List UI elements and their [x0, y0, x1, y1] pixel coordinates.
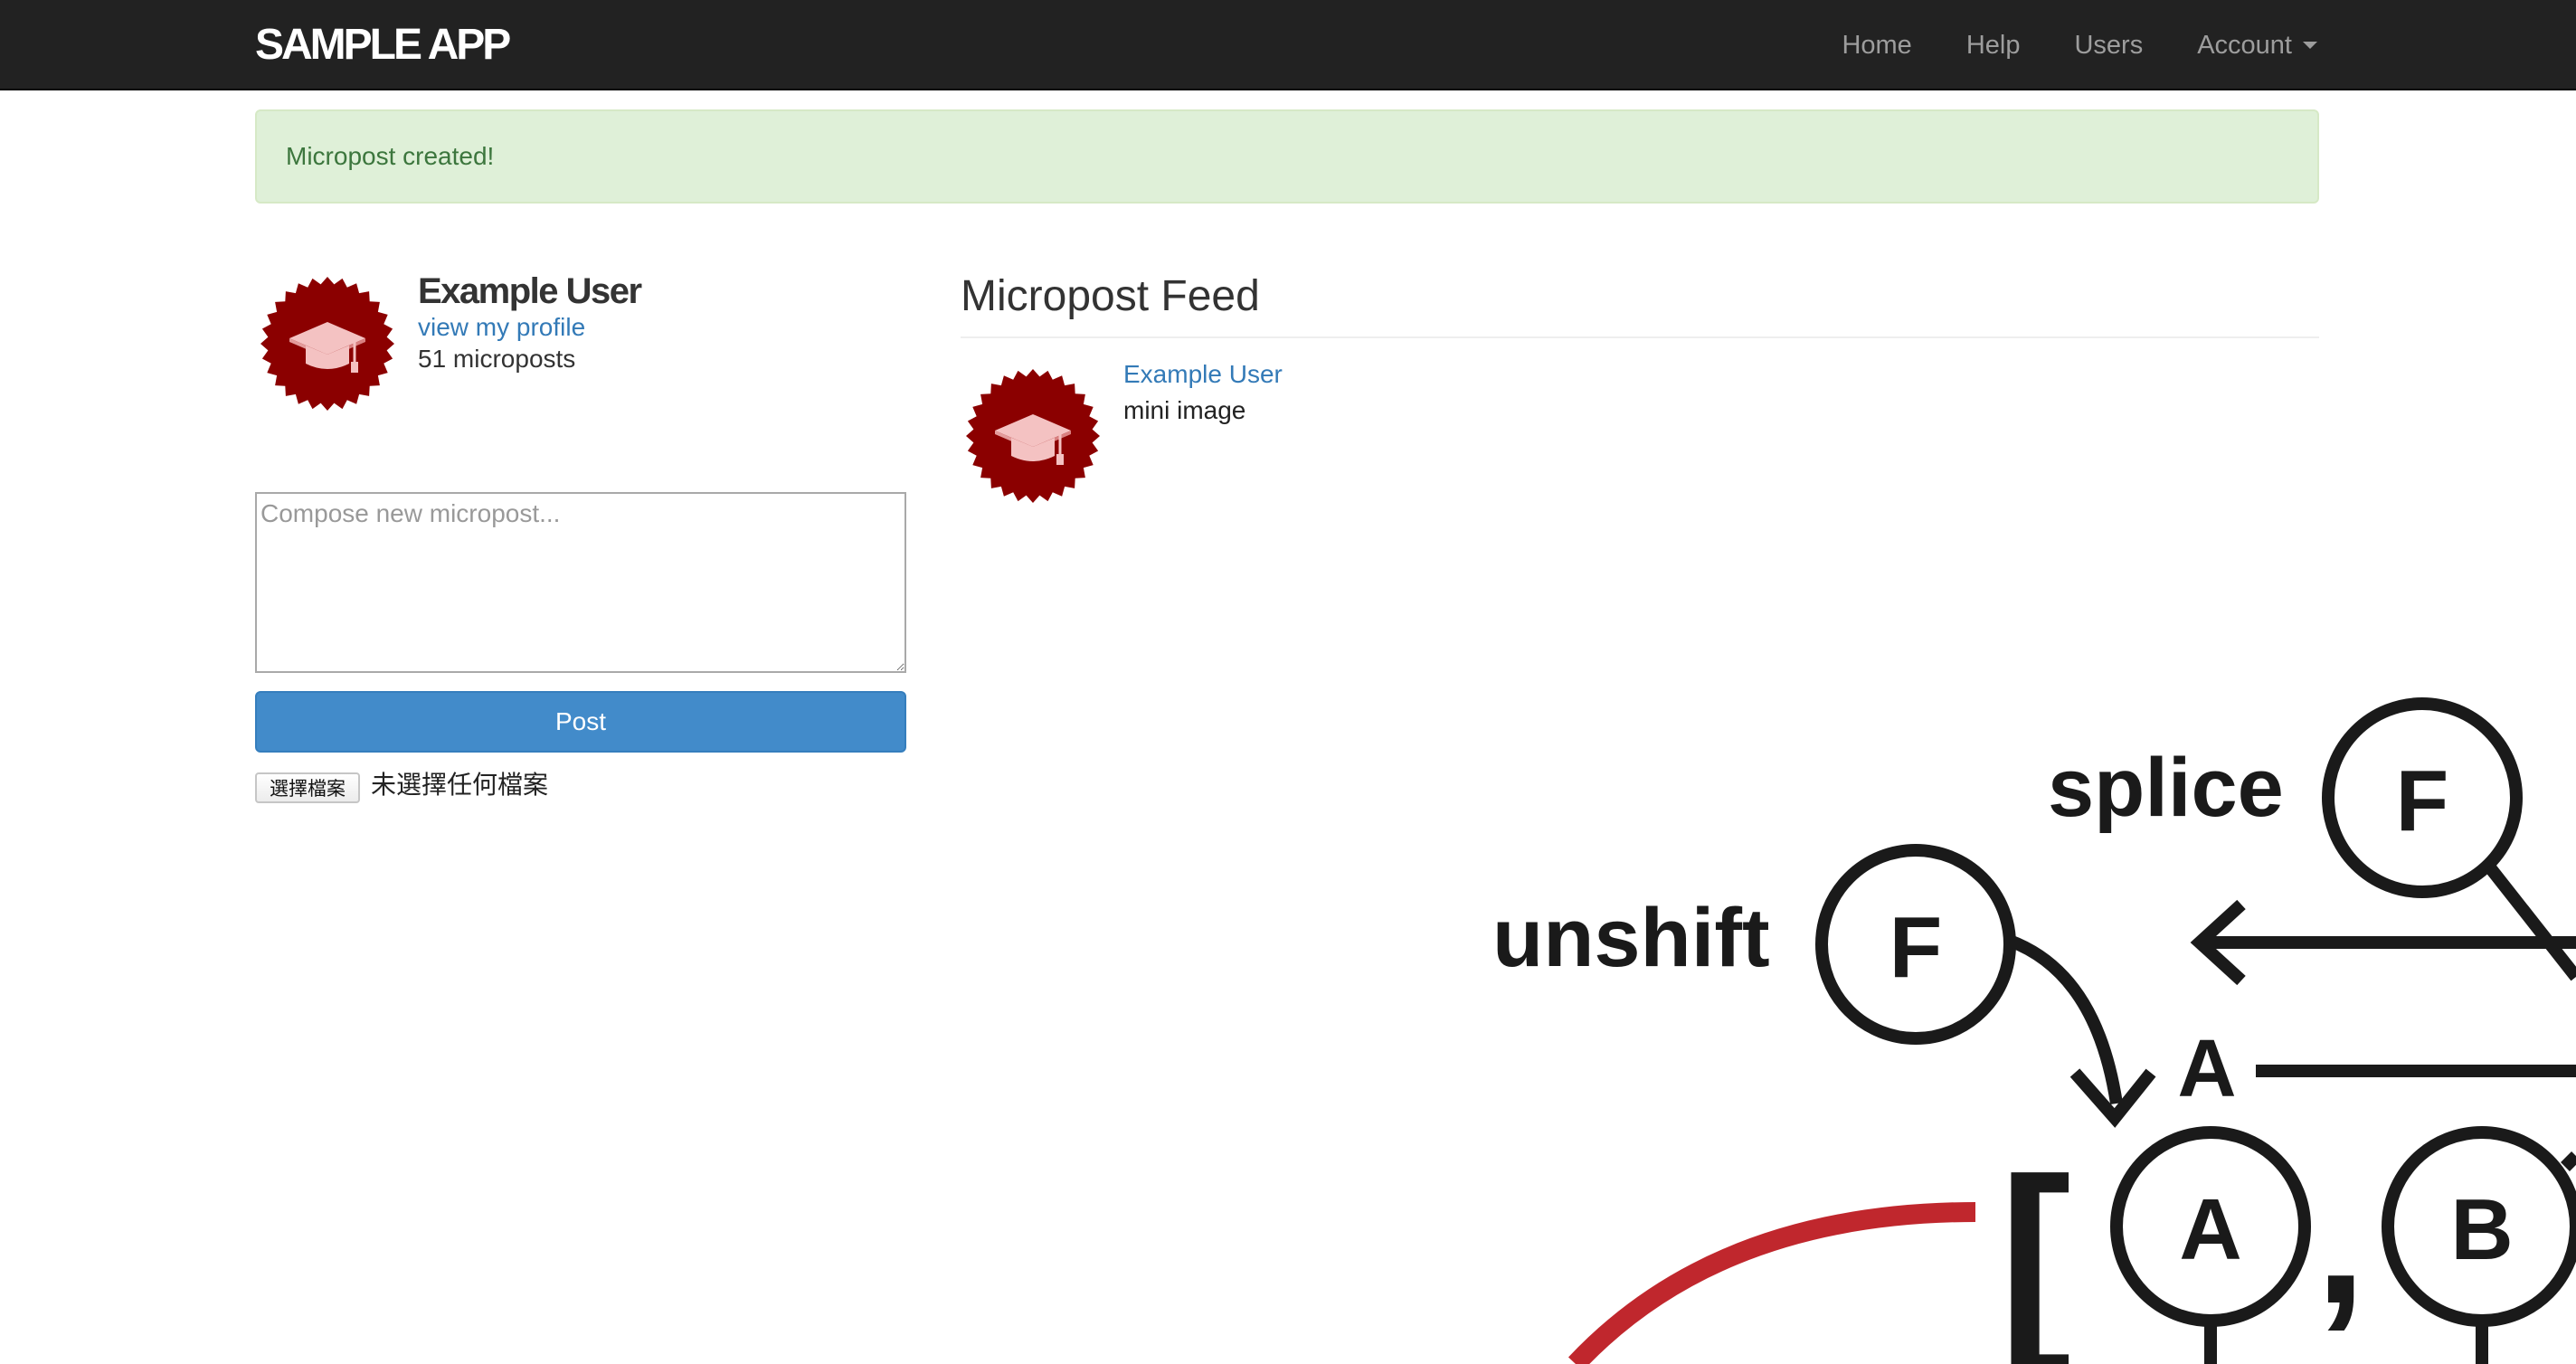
user-avatar[interactable]	[260, 277, 394, 411]
array-open-bracket: [	[1999, 1133, 2071, 1364]
nav-account-dropdown[interactable]: Account	[2170, 31, 2317, 61]
array-node-b-label: B	[2450, 1181, 2513, 1278]
success-alert: Micropost created!	[255, 109, 2319, 204]
nav-users-link[interactable]: Users	[2047, 31, 2170, 61]
graduation-cap-badge-icon	[966, 369, 1100, 503]
unshift-node-label: F	[1889, 899, 1943, 996]
user-name-heading: Example User	[418, 271, 642, 311]
red-arc	[1567, 1202, 1976, 1364]
feed-divider	[961, 336, 2319, 338]
feed-item-content: mini image	[1123, 396, 1246, 424]
array-comma: ,	[2316, 1140, 2366, 1341]
array-methods-diagram: splice F unshift F A [ A , B	[1492, 697, 2576, 1364]
caret-down-icon	[2303, 42, 2317, 49]
splice-label: splice	[2048, 742, 2284, 834]
splice-node-label: F	[2396, 753, 2449, 849]
array-node-a-label: A	[2179, 1181, 2241, 1278]
feed-item-avatar[interactable]	[966, 369, 1100, 503]
nav-help-link[interactable]: Help	[1939, 31, 2048, 61]
splice-connector	[2484, 862, 2576, 981]
array-node-b-connector	[2561, 1151, 2576, 1171]
nav-menu: Home Help Users Account	[1814, 0, 2317, 90]
nav-account-label: Account	[2197, 30, 2292, 60]
view-profile-link[interactable]: view my profile	[418, 311, 585, 344]
feed-item-user-link[interactable]: Example User	[1123, 358, 1283, 391]
post-button[interactable]: Post	[255, 691, 906, 753]
nav-home-link[interactable]: Home	[1814, 31, 1938, 61]
unshift-arrow-curve	[2007, 934, 2123, 1105]
alert-message: Micropost created!	[286, 142, 495, 170]
unshift-label: unshift	[1492, 892, 1770, 984]
feed-item-image: splice F unshift F A [ A , B	[1483, 687, 2576, 1364]
navbar: SAMPLE APP Home Help Users Account	[0, 0, 2576, 90]
micropost-count: 51 microposts	[418, 345, 576, 373]
file-status-text: 未選擇任何檔案	[371, 770, 549, 800]
choose-file-button[interactable]: 選擇檔案	[255, 772, 360, 803]
compose-micropost-textarea[interactable]	[255, 492, 906, 673]
graduation-cap-badge-icon	[260, 277, 394, 411]
app-logo[interactable]: SAMPLE APP	[255, 22, 511, 69]
insert-a-label: A	[2178, 1024, 2237, 1114]
feed-title: Micropost Feed	[961, 272, 1260, 320]
